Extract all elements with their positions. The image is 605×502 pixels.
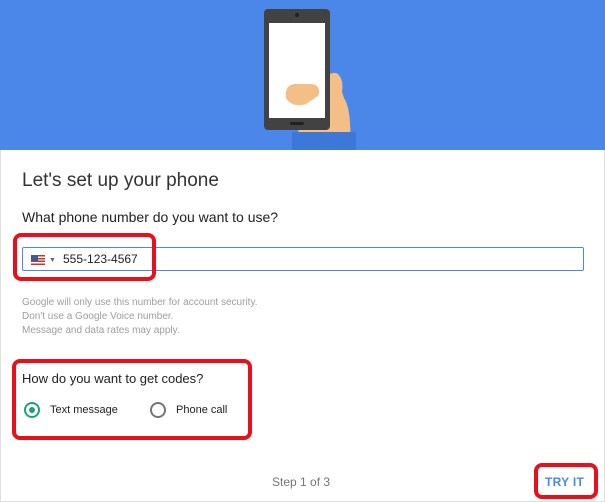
text-message-radio[interactable] bbox=[24, 402, 40, 418]
codes-question-label: How do you want to get codes? bbox=[22, 371, 204, 386]
hint-line: Don't use a Google Voice number. bbox=[22, 311, 174, 322]
text-message-label: Text message bbox=[50, 404, 118, 416]
phone-number-input[interactable] bbox=[63, 250, 463, 268]
caret-down-icon: ▼ bbox=[49, 256, 56, 264]
try-it-button[interactable]: TRY IT bbox=[545, 475, 584, 489]
phone-call-label: Phone call bbox=[176, 404, 228, 416]
phone-question-label: What phone number do you want to use? bbox=[22, 209, 279, 225]
hint-line: Google will only use this number for acc… bbox=[22, 297, 258, 308]
phone-field: ▼ bbox=[22, 247, 584, 271]
phone-call-radio[interactable] bbox=[150, 402, 166, 418]
phone-call-option[interactable]: Phone call bbox=[150, 402, 227, 418]
page-title: Let's set up your phone bbox=[22, 170, 219, 191]
step-indicator: Step 1 of 3 bbox=[272, 475, 331, 489]
us-flag-icon bbox=[31, 255, 45, 265]
country-select[interactable]: ▼ bbox=[31, 252, 61, 268]
hero-banner bbox=[0, 0, 605, 150]
text-message-option[interactable]: Text message bbox=[24, 402, 118, 418]
hint-line: Message and data rates may apply. bbox=[22, 325, 180, 336]
hand-holding-phone-illustration bbox=[264, 9, 356, 150]
phone-hint: Google will only use this number for acc… bbox=[22, 296, 257, 338]
